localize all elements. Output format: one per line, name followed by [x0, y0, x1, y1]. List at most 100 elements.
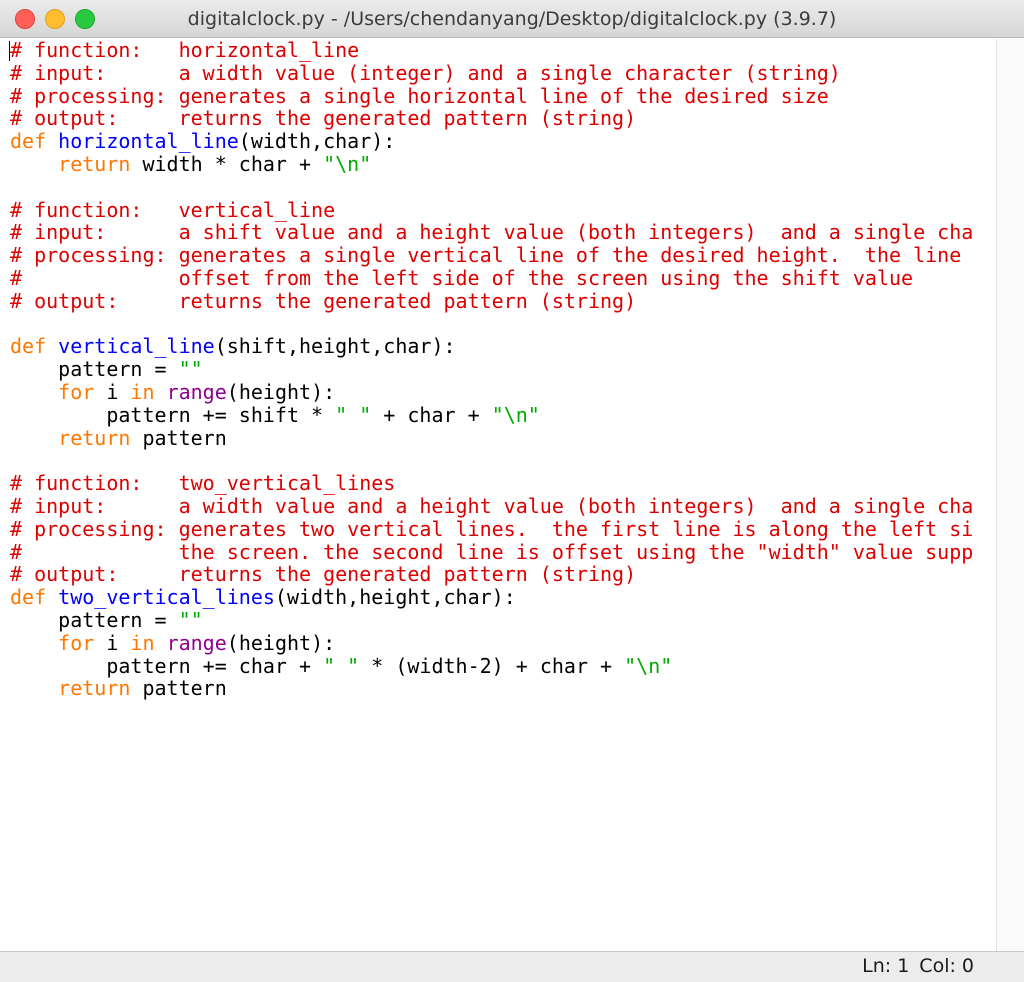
code-token: + char + [371, 402, 492, 427]
code-token: i [94, 630, 131, 655]
code-line: # input: a width value and a height valu… [10, 495, 973, 518]
status-bar: Ln: 1 Col: 0 [0, 951, 1024, 982]
code-token: * (width-2) + char + [359, 653, 625, 678]
code-token: pattern = [10, 607, 179, 632]
comment-token: # input: a shift value and a height valu… [10, 220, 974, 245]
code-line: pattern = "" [10, 358, 973, 381]
code-line: return width * char + "\n" [10, 153, 973, 176]
code-line: def two_vertical_lines(width,height,char… [10, 586, 973, 609]
keyword-token: return [58, 425, 131, 450]
string-token: "" [178, 357, 203, 382]
code-line: for i in range(height): [10, 630, 973, 655]
code-line: def vertical_line(shift,height,char): [10, 335, 973, 358]
column-number: Col: 0 [919, 955, 974, 977]
string-token: " " [335, 402, 372, 427]
comment-token: # output: returns the generated pattern … [10, 106, 637, 131]
code-token: pattern = [10, 357, 179, 382]
code-line: # the screen. the second line is offset … [10, 539, 974, 564]
function-name-token: two_vertical_lines [58, 585, 275, 610]
code-token: pattern [130, 425, 227, 450]
code-token: (width,char): [238, 129, 396, 154]
keyword-token: return [58, 151, 131, 176]
code-line: pattern += char + " " * (width-2) + char… [10, 653, 973, 678]
comment-token: # function: vertical_line [10, 197, 336, 222]
keyword-token: def [10, 585, 47, 610]
comment-token: # processing: generates two vertical lin… [10, 516, 974, 541]
code-line: # output: returns the generated pattern … [10, 107, 973, 130]
code-line: # processing: generates a single horizon… [10, 83, 973, 108]
code-line: # function: two_vertical_lines [10, 472, 973, 495]
code-token: i [94, 379, 131, 404]
comment-token: # output: returns the generated pattern … [10, 288, 637, 313]
cursor-position: Ln: 1 Col: 0 [852, 955, 974, 977]
string-token: " " [323, 653, 360, 678]
code-token: (width,height,char): [274, 585, 516, 610]
code-token: (height): [226, 630, 336, 655]
code-line: # offset from the left side of the scree… [10, 267, 973, 290]
builtin-token: range [166, 379, 227, 404]
code-line: # function: horizontal_line [10, 39, 973, 62]
comment-token: # offset from the left side of the scree… [10, 265, 914, 290]
string-token: "" [178, 607, 203, 632]
comment-token: # input: a width value (integer) and a s… [10, 60, 841, 85]
string-token: "\n" [491, 402, 540, 427]
comment-token: # function: horizontal_line [10, 39, 360, 62]
code-line: # function: vertical_line [10, 197, 973, 222]
comment-token: # processing: generates a single horizon… [10, 83, 829, 108]
vertical-scrollbar[interactable] [996, 39, 1024, 951]
code-line: # input: a shift value and a height valu… [10, 221, 973, 244]
code-token: pattern += shift * [10, 402, 336, 427]
code-line: return pattern [10, 677, 973, 700]
comment-token: # function: two_vertical_lines [10, 471, 396, 496]
line-number: Ln: 1 [862, 955, 910, 977]
string-token: "\n" [624, 653, 673, 678]
keyword-token: return [58, 676, 131, 701]
keyword-token: def [10, 129, 47, 154]
comment-token: # processing: generates a single vertica… [10, 243, 962, 268]
keyword-token: in [130, 630, 155, 655]
window-title: digitalclock.py - /Users/chendanyang/Des… [187, 8, 837, 30]
keyword-token: for [58, 379, 95, 404]
idle-editor-window: digitalclock.py - /Users/chendanyang/Des… [0, 0, 1024, 982]
keyword-token: def [10, 334, 47, 359]
function-name-token: vertical_line [58, 334, 215, 359]
code-line: # output: returns the generated pattern … [10, 563, 973, 586]
code-token: (height): [226, 379, 336, 404]
keyword-token: for [58, 630, 95, 655]
code-line: pattern = "" [10, 609, 973, 632]
code-editor[interactable]: # function: horizontal_line # input: a wi… [0, 39, 996, 951]
code-line: def horizontal_line(width,char): [10, 130, 973, 153]
comment-token: # input: a width value and a height valu… [10, 493, 974, 518]
code-line: # processing: generates a single vertica… [10, 244, 973, 267]
code-token: (shift,height,char): [214, 334, 456, 359]
string-token: "\n" [323, 151, 372, 176]
comment-token: # output: returns the generated pattern … [10, 562, 637, 587]
code-line: # output: returns the generated pattern … [10, 288, 973, 313]
builtin-token: range [166, 630, 227, 655]
code-line: for i in range(height): [10, 381, 973, 404]
keyword-token: in [130, 379, 155, 404]
code-token: pattern += char + [10, 653, 324, 678]
comment-token: # the screen. the second line is offset … [10, 539, 974, 564]
title-bar[interactable]: digitalclock.py - /Users/chendanyang/Des… [0, 0, 1024, 38]
code-line: return pattern [10, 425, 973, 450]
function-name-token: horizontal_line [58, 129, 239, 154]
code-line: pattern += shift * " " + char + "\n" [10, 402, 973, 427]
code-text[interactable]: # function: horizontal_line # input: a wi… [10, 39, 973, 700]
code-line: # processing: generates two vertical lin… [10, 516, 974, 541]
code-token: width * char + [130, 151, 324, 176]
code-line: # input: a width value (integer) and a s… [10, 60, 973, 85]
code-token: pattern [130, 676, 227, 701]
